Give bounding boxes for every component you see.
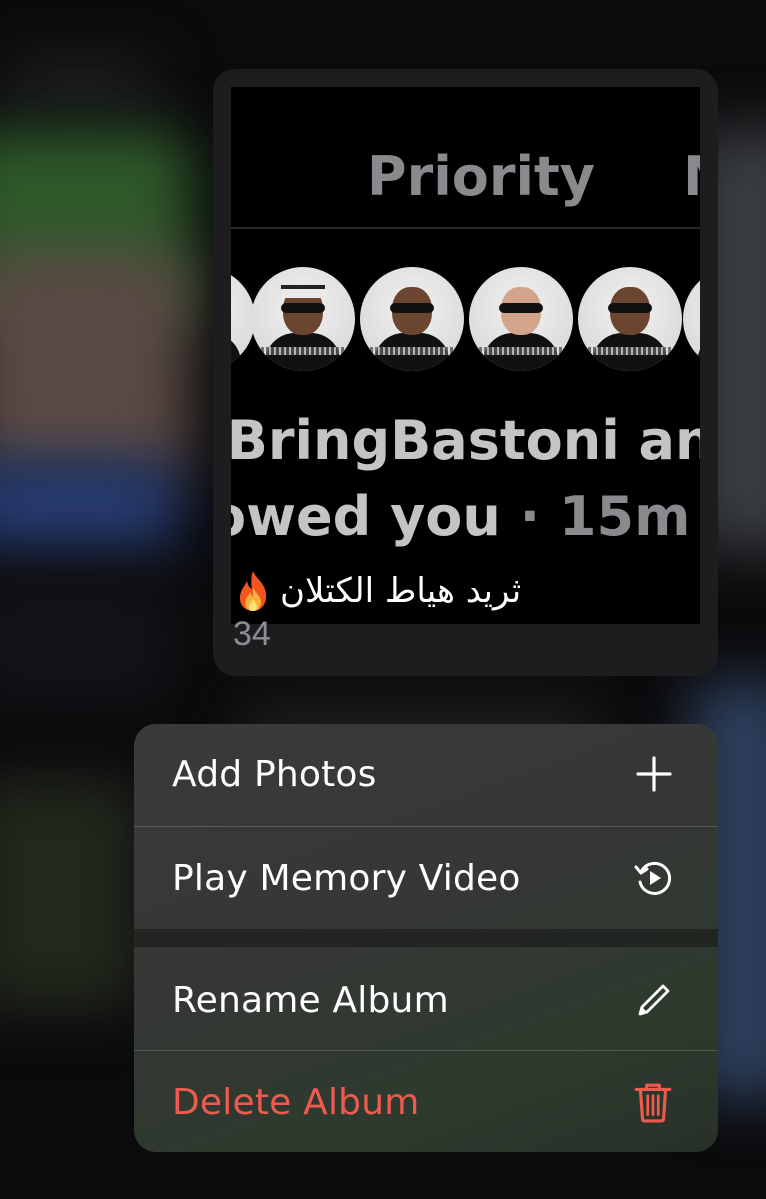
menu-separator: [134, 826, 718, 827]
trash-icon: [634, 1083, 672, 1123]
album-item-count: 34: [233, 615, 271, 653]
bg-blob: [0, 60, 160, 100]
memory-play-icon: [634, 861, 672, 895]
thumbnail-avatar: [360, 267, 464, 371]
avatar-glasses: [390, 303, 434, 313]
menu-group-separator: [134, 929, 718, 947]
thumbnail-avatar: [251, 267, 355, 371]
album-context-menu: Add Photos Play Memory Video Rename Albu…: [134, 724, 718, 1152]
avatar-headband: [281, 285, 325, 298]
menu-item-delete-album[interactable]: Delete Album: [134, 1052, 718, 1152]
menu-item-label: Delete Album: [172, 1082, 420, 1123]
fire-icon: [239, 571, 267, 611]
menu-item-play-memory-video[interactable]: Play Memory Video: [134, 828, 718, 928]
plus-icon: [636, 756, 672, 792]
avatar-caption: [261, 347, 345, 355]
bg-blob: [0, 780, 140, 1010]
album-name: ثريد هياط الكتلان: [280, 571, 522, 611]
thumbnail-text-line1: /BringBastoni and: [231, 409, 700, 472]
thumbnail-tab-priority: Priority: [367, 145, 595, 208]
menu-item-label: Add Photos: [172, 754, 377, 795]
bg-blob: [0, 460, 180, 550]
avatar-shirt: [231, 333, 241, 371]
thumbnail-divider: [231, 227, 700, 229]
avatar-caption: [479, 347, 563, 355]
avatar-caption: [588, 347, 672, 355]
thumbnail-text-line2-time: · 15m: [500, 485, 691, 548]
avatar-caption: [370, 347, 454, 355]
album-preview-card[interactable]: Priority M: [213, 69, 718, 676]
avatar-shirt: [697, 333, 700, 371]
avatar-glasses: [608, 303, 652, 313]
avatar-glasses: [499, 303, 543, 313]
album-title: ثريد هياط الكتلان: [234, 569, 704, 613]
screen: Priority M: [0, 0, 766, 1199]
menu-item-label: Play Memory Video: [172, 858, 521, 899]
bg-blob: [0, 250, 190, 480]
thumbnail-text-line2-main: owed you: [231, 485, 501, 548]
thumbnail-text-line2: owed you · 15m: [231, 485, 690, 548]
thumbnail-tab-secondary: M: [683, 145, 700, 208]
menu-item-rename-album[interactable]: Rename Album: [134, 950, 718, 1050]
bg-blob: [0, 580, 170, 700]
thumbnail-avatar: [469, 267, 573, 371]
menu-separator: [134, 1050, 718, 1051]
avatar-glasses: [281, 303, 325, 313]
thumbnail-avatar: [578, 267, 682, 371]
menu-item-label: Rename Album: [172, 980, 449, 1021]
thumbnail-avatar: [683, 267, 700, 371]
pencil-icon: [638, 984, 670, 1016]
menu-item-add-photos[interactable]: Add Photos: [134, 724, 718, 824]
album-cover-thumbnail: Priority M: [231, 87, 700, 624]
